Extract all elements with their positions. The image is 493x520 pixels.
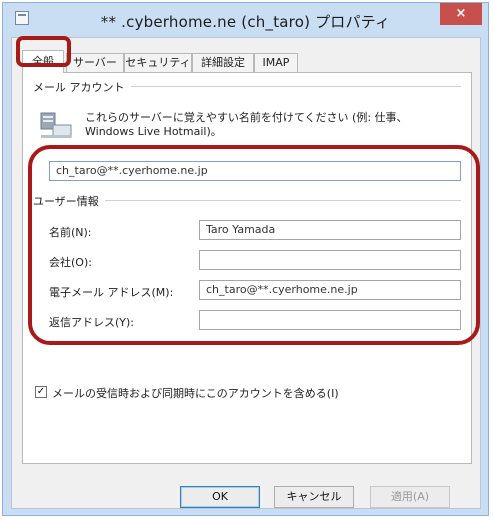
account-info-text: これらのサーバーに覚えやすい名前を付けてください (例: 仕事、 Windows… [85,111,408,139]
account-info-line2: Windows Live Hotmail)。 [85,125,222,138]
fields-highlight-annotation [28,145,480,345]
account-group-label: メール アカウント [33,79,131,95]
tab-server[interactable]: サーバー [66,53,124,72]
tab-advanced[interactable]: 詳細設定 [192,53,254,72]
window-title: ** .cyberhome.ne (ch_taro) プロパティ [100,13,391,31]
include-account-checkbox[interactable]: ✓ [35,386,47,398]
ok-button[interactable]: OK [180,486,260,508]
close-button[interactable]: × [440,3,482,25]
tab-security[interactable]: セキュリティ [124,53,192,72]
account-info-line1: これらのサーバーに覚えやすい名前を付けてください (例: 仕事、 [85,111,408,124]
title-bar[interactable]: ** .cyberhome.ne (ch_taro) プロパティ × [3,3,488,37]
apply-button[interactable]: 適用(A) [370,486,450,508]
tab-highlight-annotation [16,36,71,67]
cancel-button[interactable]: キャンセル [274,486,354,508]
include-account-label[interactable]: メールの受信時および同期時にこのアカウントを含める(I) [52,385,339,401]
tab-imap[interactable]: IMAP [254,53,298,72]
account-info-icon [40,112,72,138]
